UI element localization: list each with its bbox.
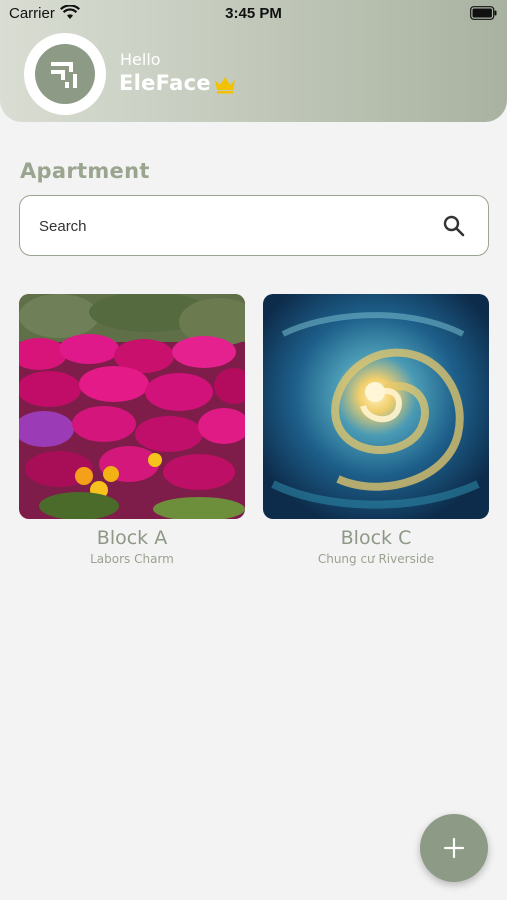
add-button[interactable]: [420, 814, 488, 882]
search-icon[interactable]: [442, 214, 466, 238]
apartment-card[interactable]: Block A Labors Charm: [19, 294, 245, 566]
page-title: Apartment: [20, 159, 150, 183]
logo-icon: [51, 62, 77, 88]
avatar[interactable]: [24, 33, 106, 115]
search-input[interactable]: Search: [19, 195, 489, 256]
app-logo: [35, 44, 95, 104]
greeting-text: Hello: [120, 50, 161, 69]
search-placeholder: Search: [39, 218, 87, 235]
card-subtitle: Chung cư Riverside: [317, 552, 435, 566]
status-bar: Carrier 3:45 PM: [0, 0, 507, 28]
card-title: Block C: [340, 527, 412, 549]
card-subtitle: Labors Charm: [90, 552, 174, 566]
card-image-swirl: [263, 294, 489, 519]
crown-icon: [215, 77, 235, 94]
card-title: Block A: [96, 527, 168, 549]
battery-icon: [470, 6, 497, 20]
username: EleFace: [119, 71, 211, 95]
clock: 3:45 PM: [225, 5, 282, 22]
plus-icon: [443, 837, 465, 859]
apartment-card[interactable]: Block C Chung cư Riverside: [263, 294, 489, 566]
card-image-flowers: [19, 294, 245, 519]
